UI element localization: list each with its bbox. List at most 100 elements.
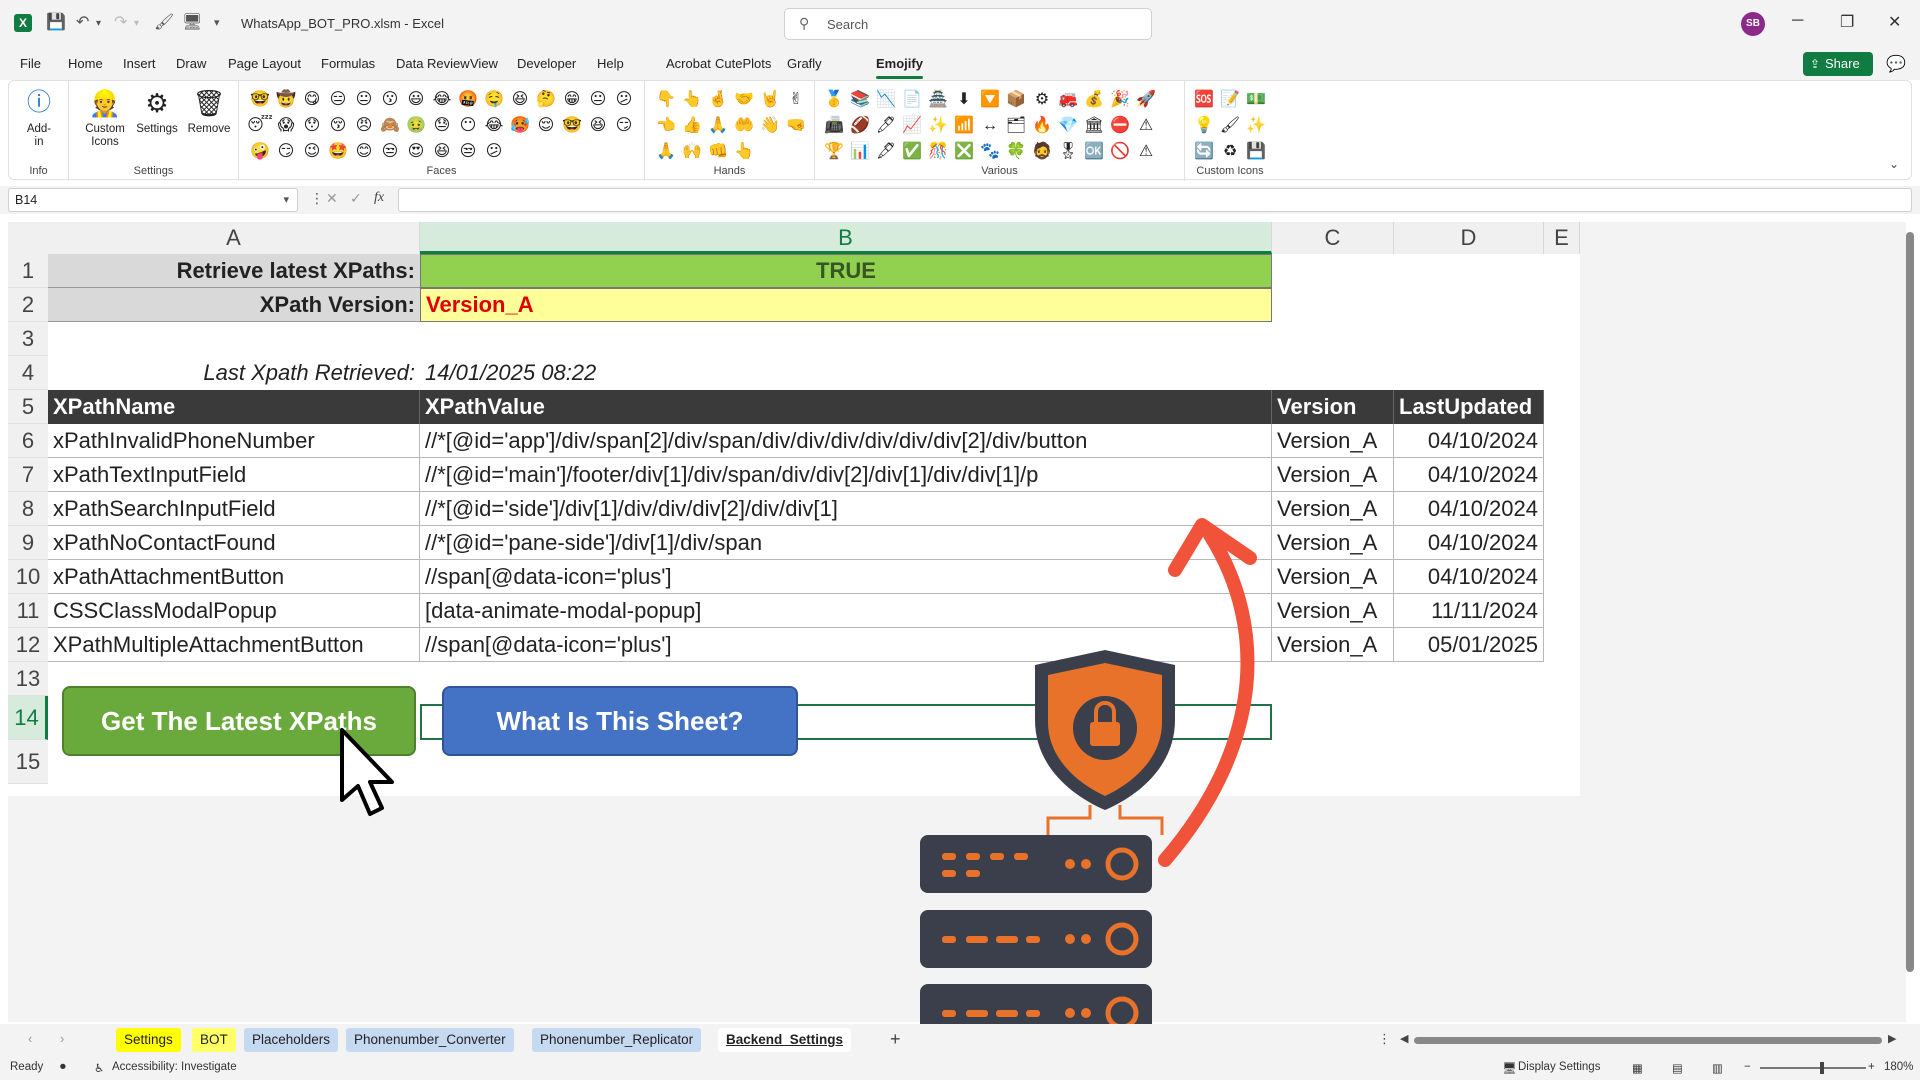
hand-emoji-11[interactable]: 🤜 <box>783 113 809 139</box>
minimize-icon[interactable]: ─ <box>1792 12 1803 30</box>
table-cell[interactable]: xPathInvalidPhoneNumber <box>48 424 420 458</box>
tab-data[interactable]: Data <box>396 56 423 71</box>
table-cell[interactable]: CSSClassModalPopup <box>48 594 420 628</box>
face-emoji-10[interactable]: 😆 <box>507 87 533 113</box>
add-sheet-icon[interactable]: + <box>890 1029 901 1050</box>
sheet-tab-placeholders[interactable]: Placeholders <box>244 1028 339 1052</box>
face-emoji-27[interactable]: 🤓 <box>559 113 585 139</box>
various-emoji-27[interactable]: 📊 <box>847 139 873 165</box>
scroll-right-icon[interactable]: ▶ <box>1888 1032 1896 1045</box>
face-emoji-9[interactable]: 🤤 <box>481 87 507 113</box>
table-cell[interactable]: 04/10/2024 <box>1394 424 1544 458</box>
row-header-1[interactable]: 1 <box>8 254 48 288</box>
various-emoji-12[interactable]: 🚀 <box>1133 87 1159 113</box>
various-emoji-18[interactable]: 📶 <box>951 113 977 139</box>
cancel-icon[interactable]: ✕ <box>326 190 338 207</box>
face-emoji-29[interactable]: 😏 <box>611 113 637 139</box>
collapse-ribbon-icon[interactable]: ⌄ <box>1889 157 1899 171</box>
face-emoji-37[interactable]: 😆 <box>429 139 455 165</box>
page-layout-view-icon[interactable]: ▤ <box>1672 1061 1683 1075</box>
various-emoji-14[interactable]: 🏈 <box>847 113 873 139</box>
tab-draw[interactable]: Draw <box>176 56 206 71</box>
various-emoji-9[interactable]: 🚒 <box>1055 87 1081 113</box>
various-emoji-37[interactable]: 🚫 <box>1107 139 1133 165</box>
table-cell[interactable]: 04/10/2024 <box>1394 492 1544 526</box>
tab-view[interactable]: View <box>470 56 498 71</box>
face-emoji-5[interactable]: 😗 <box>377 87 403 113</box>
sheet-tab-bot[interactable]: BOT <box>192 1028 236 1052</box>
face-emoji-18[interactable]: 😚 <box>325 113 351 139</box>
sheet-tab-phonenumber_replicator[interactable]: Phonenumber_Replicator <box>532 1028 702 1052</box>
scroll-left-icon[interactable]: ◀ <box>1400 1032 1408 1045</box>
table-cell[interactable]: Version_A <box>1272 526 1394 560</box>
version-value-cell[interactable]: Version_A <box>420 288 1272 322</box>
tab-formulas[interactable]: Formulas <box>321 56 375 71</box>
normal-view-icon[interactable]: ▦ <box>1632 1061 1643 1075</box>
redo-dropdown-icon[interactable]: ▾ <box>134 18 139 29</box>
row-header-7[interactable]: 7 <box>8 458 48 492</box>
face-emoji-21[interactable]: 🤢 <box>403 113 429 139</box>
various-emoji-31[interactable]: ❎ <box>951 139 977 165</box>
zoom-level[interactable]: 180% <box>1884 1061 1913 1073</box>
table-header-lastupdated[interactable]: LastUpdated <box>1394 390 1544 424</box>
face-emoji-31[interactable]: 😏 <box>273 139 299 165</box>
face-emoji-30[interactable]: 🤪 <box>247 139 273 165</box>
various-emoji-38[interactable]: ⚠ <box>1133 139 1159 165</box>
row-header-9[interactable]: 9 <box>8 526 48 560</box>
format-painter-icon[interactable]: 🖌 <box>154 12 174 32</box>
various-emoji-33[interactable]: 🍀 <box>1003 139 1029 165</box>
remove-button[interactable]: 🗑 Remove <box>183 87 235 136</box>
various-emoji-25[interactable]: ⚠ <box>1133 113 1159 139</box>
tab-home[interactable]: Home <box>68 56 103 71</box>
various-emoji-20[interactable]: 🗂 <box>1003 113 1029 139</box>
row-header-12[interactable]: 12 <box>8 628 48 662</box>
face-emoji-38[interactable]: 😒 <box>455 139 481 165</box>
row-header-2[interactable]: 2 <box>8 288 48 322</box>
tab-cuteplots[interactable]: CutePlots <box>715 56 771 71</box>
table-cell[interactable]: Version_A <box>1272 560 1394 594</box>
print-preview-icon[interactable]: 🖥 <box>182 12 202 32</box>
custom-icons-button[interactable]: 👷 Custom Icons <box>79 87 131 149</box>
formula-input[interactable] <box>398 188 1912 212</box>
enter-icon[interactable]: ✓ <box>350 190 362 207</box>
various-emoji-29[interactable]: ✅ <box>899 139 925 165</box>
close-icon[interactable]: ✕ <box>1888 12 1901 32</box>
face-emoji-33[interactable]: 🤩 <box>325 139 351 165</box>
display-settings[interactable]: Display Settings <box>1518 1061 1600 1073</box>
table-cell[interactable]: xPathSearchInputField <box>48 492 420 526</box>
various-emoji-5[interactable]: ⬇ <box>951 87 977 113</box>
undo-icon[interactable]: ↶ <box>76 12 89 32</box>
tab-help[interactable]: Help <box>597 56 624 71</box>
hand-emoji-13[interactable]: 🙌 <box>679 139 705 165</box>
row-header-6[interactable]: 6 <box>8 424 48 458</box>
column-header-d[interactable]: D <box>1394 222 1544 254</box>
table-header-xpathvalue[interactable]: XPathValue <box>420 390 1272 424</box>
various-emoji-4[interactable]: 🏯 <box>925 87 951 113</box>
hand-emoji-12[interactable]: 🙏 <box>653 139 679 165</box>
row-header-5[interactable]: 5 <box>8 390 48 424</box>
tab-emojify[interactable]: Emojify <box>876 56 923 79</box>
table-cell[interactable]: xPathAttachmentButton <box>48 560 420 594</box>
zoom-slider[interactable] <box>1760 1067 1866 1069</box>
column-header-b[interactable]: B <box>420 222 1272 254</box>
avatar[interactable]: SB <box>1741 12 1765 36</box>
various-emoji-22[interactable]: 💎 <box>1055 113 1081 139</box>
hand-emoji-8[interactable]: 🙏 <box>705 113 731 139</box>
hand-emoji-5[interactable]: ✌ <box>783 87 809 113</box>
various-emoji-3[interactable]: 📄 <box>899 87 925 113</box>
face-emoji-8[interactable]: 🤬 <box>455 87 481 113</box>
various-emoji-19[interactable]: ↔ <box>977 113 1003 139</box>
insert-function-icon[interactable]: fx <box>374 190 384 206</box>
face-emoji-23[interactable]: 😶 <box>455 113 481 139</box>
select-all-corner[interactable] <box>8 222 48 254</box>
save-icon[interactable]: 💾 <box>46 12 66 32</box>
custom-icon-emoji-6[interactable]: 🔄 <box>1191 139 1217 165</box>
custom-icon-emoji-7[interactable]: ♻ <box>1217 139 1243 165</box>
face-emoji-16[interactable]: 😱 <box>273 113 299 139</box>
comments-icon[interactable]: 💬 <box>1886 54 1906 74</box>
face-emoji-24[interactable]: 😂 <box>481 113 507 139</box>
hand-emoji-9[interactable]: 🤲 <box>731 113 757 139</box>
face-emoji-14[interactable]: 😕 <box>611 87 637 113</box>
page-break-view-icon[interactable]: ▥ <box>1712 1061 1723 1075</box>
various-emoji-35[interactable]: 🎖 <box>1055 139 1081 165</box>
